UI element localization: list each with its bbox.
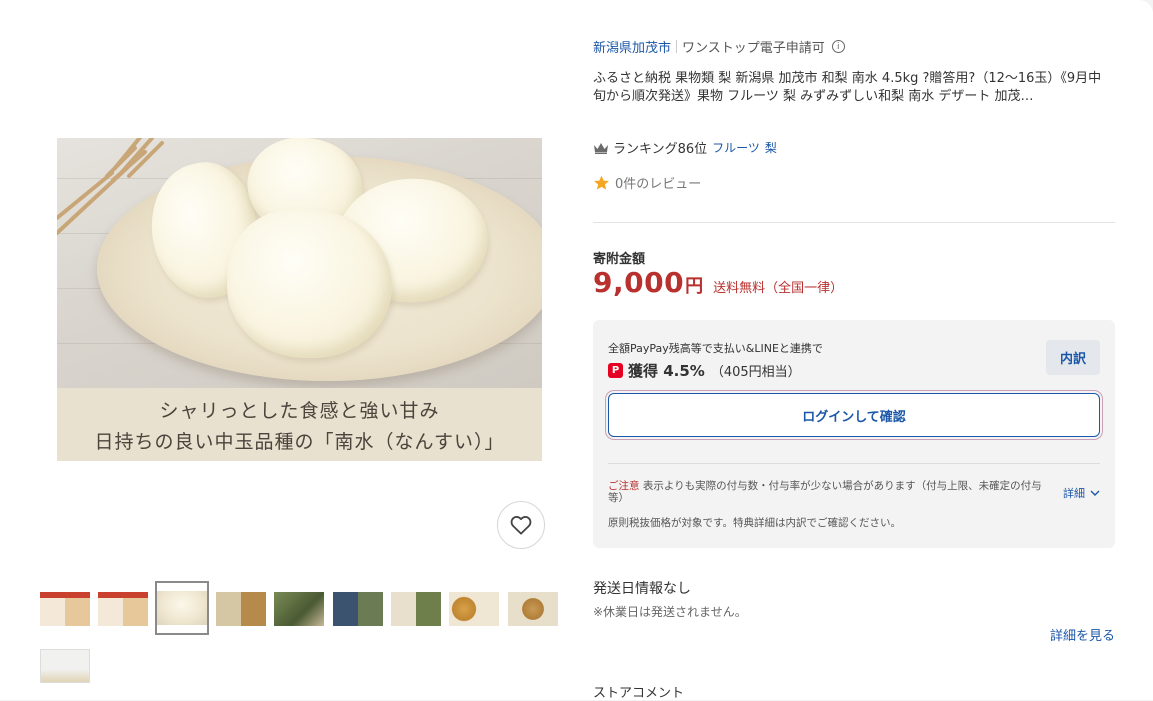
product-page-card: シャリっとした食感と強い甘み 日持ちの良い中玉品種の「南水（なんすい）」 新潟県…	[0, 0, 1153, 701]
photo-caption-line-1: シャリっとした食感と強い甘み	[159, 399, 440, 422]
product-title: ふるさと納税 果物類 梨 新潟県 加茂市 和梨 南水 4.5kg ?贈答用?（1…	[593, 71, 1102, 104]
divider	[608, 463, 1100, 464]
thumbnail-1[interactable]	[38, 582, 92, 636]
notice-title: ご注意	[608, 480, 640, 492]
shipping-date-status: 発送日情報なし	[593, 581, 691, 597]
ranking-category-fruits-link[interactable]: フルーツ	[712, 139, 760, 156]
thumbnail-4[interactable]	[214, 582, 268, 636]
thumbnail-7[interactable]	[389, 582, 443, 636]
notice-text: 表示よりも実際の付与数・付与率が少ない場合があります（付与上限、未確定の付与等）	[608, 480, 1042, 504]
shipping-free-label: 送料無料（全国一律）	[713, 281, 844, 296]
paypay-icon: P	[608, 363, 623, 378]
info-icon[interactable]: i	[831, 40, 845, 53]
photo-scene	[57, 138, 542, 388]
thumbnail-3-selected[interactable]	[155, 581, 209, 635]
ranking-line: ランキング86位 フルーツ 梨	[593, 138, 777, 157]
donation-amount-label: 寄附金額	[593, 252, 646, 267]
shipping-holiday-note: ※休業日は発送されません。	[593, 605, 747, 619]
points-gain-amount: （405円相当）	[710, 365, 801, 380]
points-box: 全額PayPay残高等で支払い&LINEと連携で P 獲得 4.5% （405円…	[593, 320, 1115, 548]
points-notice-2: 原則税抜価格が対象です。特典詳細は内訳でご確認ください。	[608, 517, 901, 529]
price-currency: 円	[685, 276, 704, 297]
points-description: 全額PayPay残高等で支払い&LINEと連携で	[608, 342, 823, 355]
thumbnail-6[interactable]	[331, 582, 385, 636]
store-line: 新潟県加茂市 ワンストップ電子申請可 i	[593, 37, 845, 56]
breakdown-button[interactable]: 内訳	[1046, 340, 1100, 375]
photo-caption-line-2: 日持ちの良い中玉品種の「南水（なんすい）」	[94, 430, 505, 453]
points-detail-link[interactable]: 詳細	[1063, 485, 1100, 501]
chevron-down-icon	[1090, 490, 1100, 496]
points-gain-rate: 獲得 4.5%	[628, 362, 705, 380]
login-confirm-button[interactable]: ログインして確認	[608, 393, 1100, 437]
crown-icon	[594, 142, 608, 154]
thumbnail-8[interactable]	[447, 582, 501, 636]
thumbnail-9[interactable]	[506, 582, 560, 636]
favorite-button[interactable]	[497, 501, 545, 549]
review-count: 0件のレビュー	[615, 177, 702, 192]
star-icon	[594, 175, 609, 190]
thumbnail-2[interactable]	[96, 582, 150, 636]
detail-label: 詳細	[1063, 487, 1085, 500]
divider	[593, 222, 1115, 223]
one-stop-badge: ワンストップ電子申請可	[682, 41, 825, 56]
separator	[676, 40, 678, 53]
thumbnail-10[interactable]	[38, 639, 92, 693]
price-amount: 9,000	[593, 266, 685, 299]
ranking-label: ランキング86位	[613, 142, 708, 157]
points-notice: ご注意 表示よりも実際の付与数・付与率が少ない場合があります（付与上限、未確定の…	[608, 480, 1048, 504]
store-name-link[interactable]: 新潟県加茂市	[593, 37, 671, 56]
points-gain-line: P 獲得 4.5% （405円相当）	[608, 360, 801, 381]
thumbnail-5[interactable]	[272, 582, 326, 636]
ranking-category-pear-link[interactable]: 梨	[765, 139, 777, 156]
photo-caption: シャリっとした食感と強い甘み 日持ちの良い中玉品種の「南水（なんすい）」	[57, 388, 542, 461]
heart-icon	[510, 516, 532, 535]
main-product-image[interactable]: シャリっとした食感と強い甘み 日持ちの良い中玉品種の「南水（なんすい）」	[57, 138, 542, 461]
store-comment-heading: ストアコメント	[593, 686, 685, 701]
price-line: 9,000 円 送料無料（全国一律）	[593, 266, 843, 299]
review-line[interactable]: 0件のレビュー	[593, 173, 701, 192]
shipping-details-link[interactable]: 詳細を見る	[1050, 625, 1115, 644]
